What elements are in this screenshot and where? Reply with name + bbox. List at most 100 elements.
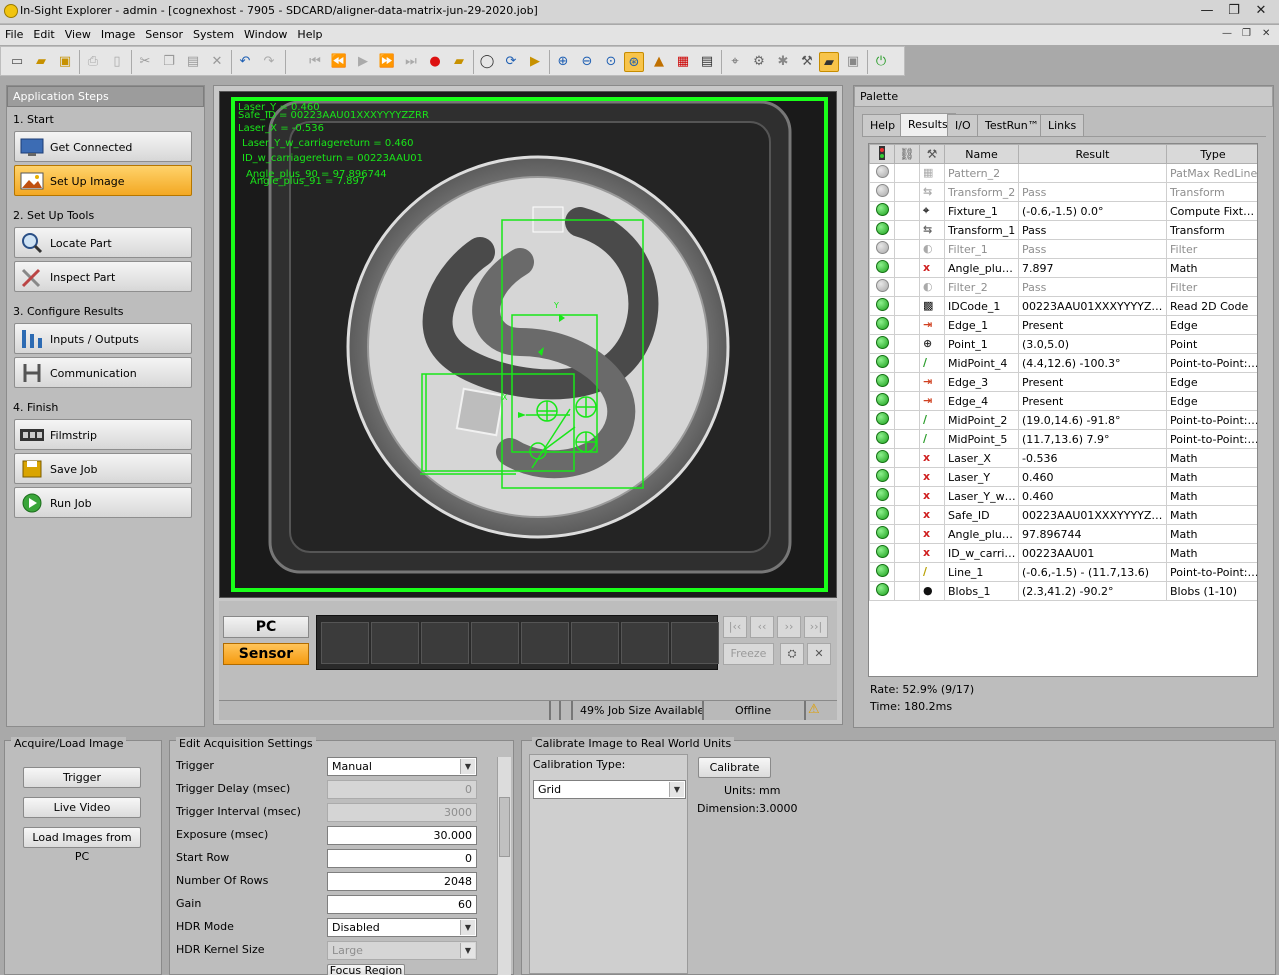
folder-icon[interactable]: ▰ — [449, 52, 469, 72]
menu-help[interactable]: Help — [292, 25, 327, 41]
table-row[interactable]: x Laser_Y 0.460 Math — [869, 467, 1257, 487]
row-name[interactable]: Angle_plus_91 — [944, 258, 1019, 278]
row-name[interactable]: Laser_Y_w_carriagereturn — [944, 486, 1019, 506]
filmstrip-button[interactable]: Filmstrip — [14, 419, 192, 450]
new-icon[interactable]: ▭ — [7, 52, 27, 72]
link-cell[interactable] — [894, 505, 920, 525]
mdi-minimize-button[interactable]: — — [1222, 28, 1232, 39]
row-name[interactable]: Laser_X — [944, 448, 1019, 468]
video-icon[interactable]: ▶ — [525, 52, 545, 72]
fixture-icon[interactable]: ⌖ — [725, 52, 745, 72]
link-cell[interactable] — [894, 410, 920, 430]
row-name[interactable]: Line_1 — [944, 562, 1019, 582]
sensor-button[interactable]: Sensor — [223, 643, 309, 665]
row-name[interactable]: Filter_2 — [944, 277, 1019, 297]
pc-button[interactable]: PC — [223, 616, 309, 638]
inspect-part-button[interactable]: Inspect Part — [14, 261, 192, 292]
row-name[interactable]: Edge_1 — [944, 315, 1019, 335]
load-images-button[interactable]: Load Images from PC — [23, 827, 141, 863]
open-icon[interactable]: ▰ — [31, 52, 51, 72]
film-frame[interactable] — [671, 622, 719, 664]
film-frame[interactable] — [471, 622, 519, 664]
get-connected-button[interactable]: Get Connected — [14, 131, 192, 162]
menu-view[interactable]: View — [60, 25, 96, 41]
settings-scrollbar[interactable] — [497, 757, 511, 975]
trigger-interval-input[interactable]: 3000 — [327, 803, 477, 822]
table-row[interactable]: ⌖ Fixture_1 (-0.6,-1.5) 0.0° Compute Fixtur… — [869, 201, 1257, 221]
next-icon[interactable]: ⏩ — [377, 52, 397, 72]
row-name[interactable]: MidPoint_4 — [944, 353, 1019, 373]
sensor-icon[interactable]: ▣ — [843, 52, 863, 72]
menu-sensor[interactable]: Sensor — [140, 25, 188, 41]
delete-icon[interactable]: ✕ — [207, 52, 227, 72]
name-column-header[interactable]: Name — [944, 144, 1019, 164]
film-frame[interactable] — [371, 622, 419, 664]
trigger-button[interactable]: Trigger — [23, 767, 141, 788]
menu-image[interactable]: Image — [96, 25, 140, 41]
hdr-kernel-select[interactable]: Large ▼ — [327, 941, 477, 960]
number-of-rows-input[interactable]: 2048 — [327, 872, 477, 891]
film-settings-icon[interactable]: ⛭ — [780, 643, 804, 665]
film-frame[interactable] — [521, 622, 569, 664]
menu-edit[interactable]: Edit — [28, 25, 59, 41]
print-preview-icon[interactable]: ▯ — [107, 52, 127, 72]
result-column-header[interactable]: Result — [1018, 144, 1167, 164]
table-row[interactable]: x Laser_X -0.536 Math — [869, 448, 1257, 468]
link-cell[interactable] — [894, 524, 920, 544]
link-cell[interactable] — [894, 353, 920, 373]
row-name[interactable]: Point_1 — [944, 334, 1019, 354]
table-row[interactable]: ⊕ Point_1 (3.0,5.0) Point — [869, 334, 1257, 354]
power-icon[interactable]: ⏻ — [871, 52, 891, 72]
scrollbar-thumb[interactable] — [499, 797, 510, 857]
row-name[interactable]: Safe_ID — [944, 505, 1019, 525]
row-name[interactable]: Filter_1 — [944, 239, 1019, 259]
table-row[interactable]: ∕ MidPoint_5 (11.7,13.6) 7.9° Point-to-Poin… — [869, 429, 1257, 449]
tab-io[interactable]: I/O — [947, 114, 979, 136]
row-name[interactable]: Pattern_2 — [944, 163, 1019, 183]
type-column-header[interactable]: Type — [1166, 144, 1257, 164]
table-row[interactable]: x Safe_ID 00223AAU01XXXYYYYZZRR Math — [869, 505, 1257, 525]
calibration-type-select[interactable]: Grid ▼ — [533, 780, 686, 799]
link-column-header[interactable]: ⛓ — [894, 144, 920, 164]
hdr-mode-select[interactable]: Disabled ▼ — [327, 918, 477, 937]
save-job-button[interactable]: Save Job — [14, 453, 192, 484]
film-first-button[interactable]: |‹‹ — [723, 616, 747, 638]
row-name[interactable]: Blobs_1 — [944, 581, 1019, 601]
paste-icon[interactable]: ▤ — [183, 52, 203, 72]
maximize-button[interactable]: ❐ — [1223, 2, 1245, 20]
row-name[interactable]: MidPoint_2 — [944, 410, 1019, 430]
mdi-restore-button[interactable]: ❐ — [1242, 28, 1251, 39]
tab-help[interactable]: Help — [862, 114, 904, 136]
inputs-outputs-button[interactable]: Inputs / Outputs — [14, 323, 192, 354]
play-icon[interactable]: ▶ — [353, 52, 373, 72]
table-row[interactable]: ▩ IDCode_1 00223AAU01XXXYYYYZZRR Read 2D Co… — [869, 296, 1257, 316]
table-row[interactable]: ⇥ Edge_1 Present Edge — [869, 315, 1257, 335]
table-row[interactable]: ⇥ Edge_3 Present Edge — [869, 372, 1257, 392]
film-frame[interactable] — [571, 622, 619, 664]
table-row[interactable]: ● Blobs_1 (2.3,41.2) -90.2° Blobs (1-10) — [869, 581, 1257, 601]
cut-icon[interactable]: ✂ — [135, 52, 155, 72]
spreadsheet-icon[interactable]: ▤ — [697, 52, 717, 72]
live-video-button[interactable]: Live Video — [23, 797, 141, 818]
link-cell[interactable] — [894, 163, 920, 183]
print-icon[interactable]: ⎙ — [83, 52, 103, 72]
row-name[interactable]: IDCode_1 — [944, 296, 1019, 316]
link-cell[interactable] — [894, 429, 920, 449]
tools-icon[interactable]: ⚒ — [797, 52, 817, 72]
row-name[interactable]: Laser_Y — [944, 467, 1019, 487]
network-icon[interactable]: ✱ — [773, 52, 793, 72]
zoom-active-icon[interactable]: ⊛ — [624, 52, 644, 72]
row-name[interactable]: Transform_1 — [944, 220, 1019, 240]
table-row[interactable]: ∕ MidPoint_2 (19.0,14.6) -91.8° Point-to-Po… — [869, 410, 1257, 430]
menu-system[interactable]: System — [188, 25, 239, 41]
link-cell[interactable] — [894, 201, 920, 221]
table-row[interactable]: ∕ Line_1 (-0.6,-1.5) - (11.7,13.6) Point-to… — [869, 562, 1257, 582]
freeze-button[interactable]: Freeze — [723, 643, 774, 665]
copy-icon[interactable]: ❐ — [159, 52, 179, 72]
trigger-delay-input[interactable]: 0 — [327, 780, 477, 799]
calibrate-icon[interactable]: ▦ — [673, 52, 693, 72]
link-cell[interactable] — [894, 277, 920, 297]
link-cell[interactable] — [894, 467, 920, 487]
row-name[interactable]: MidPoint_5 — [944, 429, 1019, 449]
link-cell[interactable] — [894, 315, 920, 335]
